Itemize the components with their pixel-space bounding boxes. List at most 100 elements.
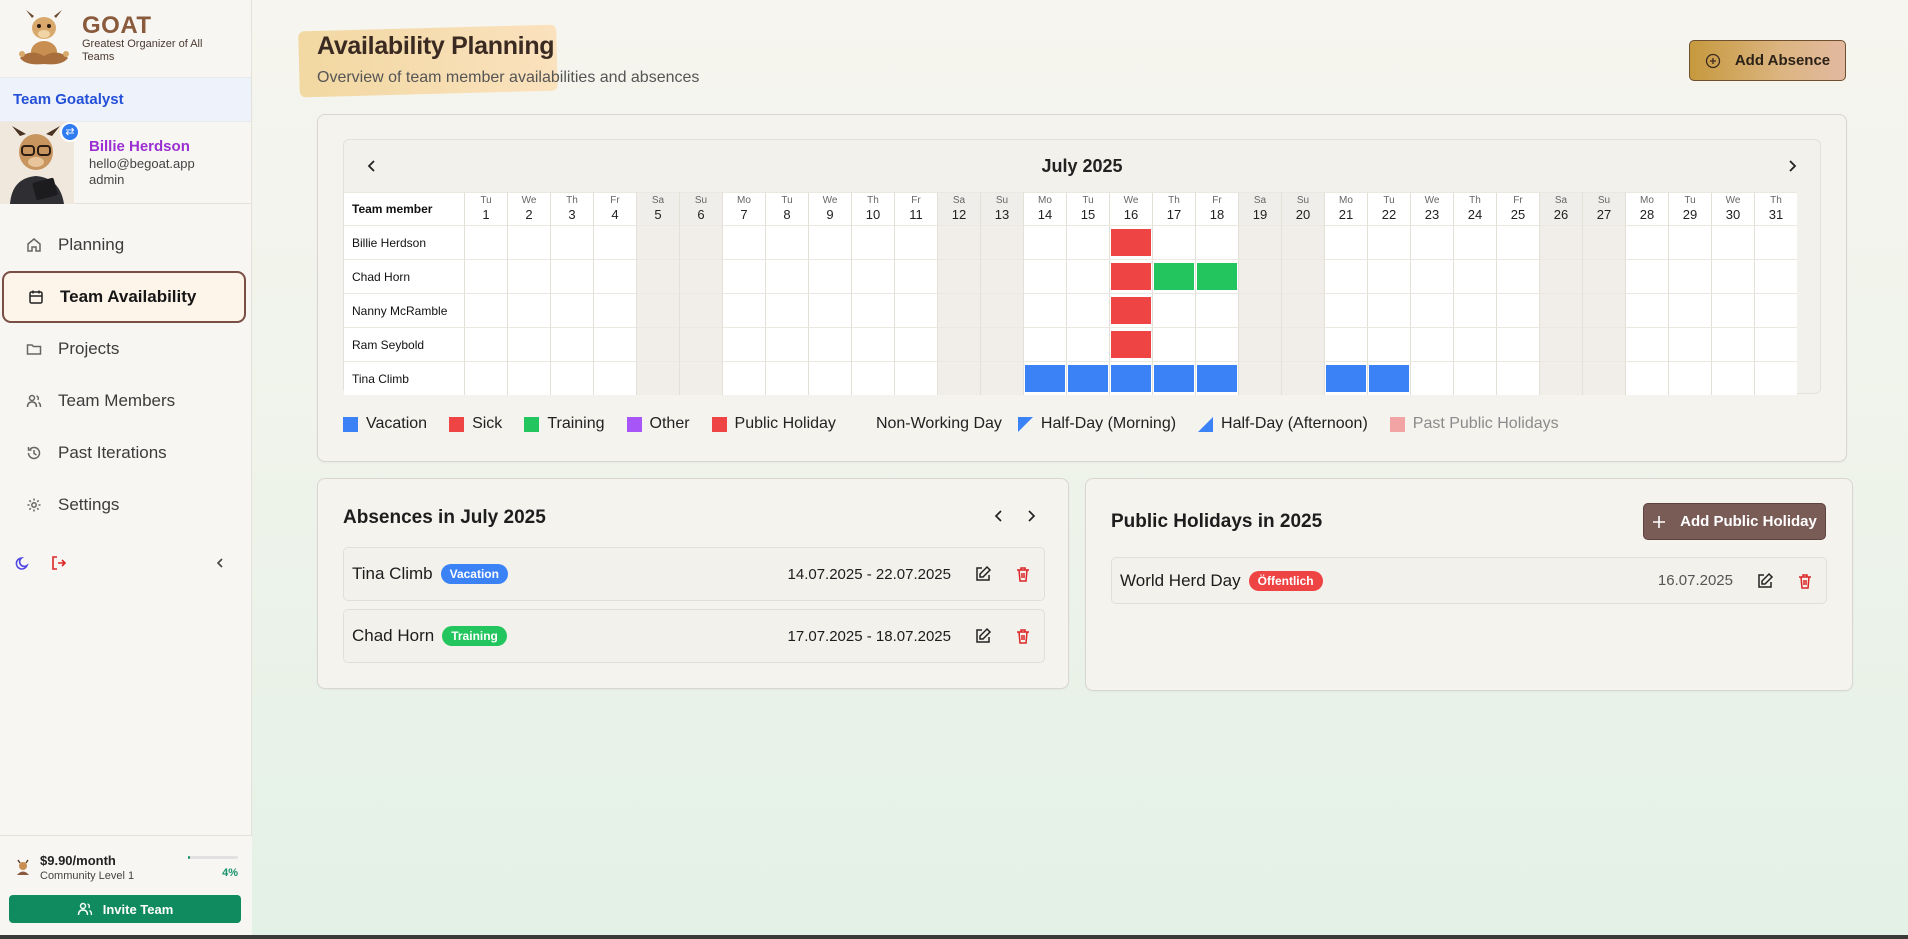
nav-item-past-iterations[interactable]: Past Iterations xyxy=(2,427,246,479)
day-cell[interactable] xyxy=(550,361,593,395)
day-cell[interactable] xyxy=(1453,293,1496,327)
absence-mark-training[interactable] xyxy=(1154,263,1194,290)
day-cell[interactable] xyxy=(1754,293,1797,327)
absence-mark-vacation[interactable] xyxy=(1111,365,1151,392)
day-cell[interactable] xyxy=(1367,225,1410,259)
moon-icon[interactable] xyxy=(14,554,32,572)
day-cell[interactable] xyxy=(722,225,765,259)
day-cell[interactable] xyxy=(808,327,851,361)
day-cell[interactable] xyxy=(1152,225,1195,259)
day-cell[interactable] xyxy=(1066,293,1109,327)
day-cell[interactable] xyxy=(1109,327,1152,361)
day-cell[interactable] xyxy=(1066,361,1109,395)
day-cell[interactable] xyxy=(1410,361,1453,395)
day-cell[interactable] xyxy=(1152,361,1195,395)
day-cell[interactable] xyxy=(851,361,894,395)
absence-mark-training[interactable] xyxy=(1197,263,1237,290)
avatar[interactable]: ⇄ xyxy=(0,121,80,204)
day-cell[interactable] xyxy=(464,225,507,259)
day-cell[interactable] xyxy=(1066,327,1109,361)
day-cell[interactable] xyxy=(550,327,593,361)
day-cell[interactable] xyxy=(1625,293,1668,327)
day-cell[interactable] xyxy=(1109,293,1152,327)
day-cell[interactable] xyxy=(593,293,636,327)
day-cell[interactable] xyxy=(722,327,765,361)
day-cell[interactable] xyxy=(679,361,722,395)
day-cell[interactable] xyxy=(1195,225,1238,259)
day-cell[interactable] xyxy=(1539,293,1582,327)
day-cell[interactable] xyxy=(1410,293,1453,327)
holiday-row[interactable]: World Herd Day Öffentlich 16.07.2025 xyxy=(1111,557,1827,604)
user-card[interactable]: ⇄ Billie Herdson hello@begoat.app admin xyxy=(0,121,251,204)
day-cell[interactable] xyxy=(1238,259,1281,293)
day-cell[interactable] xyxy=(1453,327,1496,361)
day-cell[interactable] xyxy=(1281,225,1324,259)
day-cell[interactable] xyxy=(507,225,550,259)
day-cell[interactable] xyxy=(765,293,808,327)
day-cell[interactable] xyxy=(679,327,722,361)
day-cell[interactable] xyxy=(1367,293,1410,327)
day-cell[interactable] xyxy=(464,361,507,395)
absence-mark-vacation[interactable] xyxy=(1326,365,1366,392)
absence-mark-vacation[interactable] xyxy=(1068,365,1108,392)
day-cell[interactable] xyxy=(808,225,851,259)
day-cell[interactable] xyxy=(851,293,894,327)
day-cell[interactable] xyxy=(1195,293,1238,327)
day-cell[interactable] xyxy=(1023,361,1066,395)
day-cell[interactable] xyxy=(980,293,1023,327)
day-cell[interactable] xyxy=(894,327,937,361)
day-cell[interactable] xyxy=(1152,293,1195,327)
nav-item-planning[interactable]: Planning xyxy=(2,219,246,271)
day-cell[interactable] xyxy=(1539,327,1582,361)
day-cell[interactable] xyxy=(1625,361,1668,395)
day-cell[interactable] xyxy=(1281,327,1324,361)
day-cell[interactable] xyxy=(1023,225,1066,259)
day-cell[interactable] xyxy=(1754,225,1797,259)
day-cell[interactable] xyxy=(1625,225,1668,259)
absence-row[interactable]: Chad Horn Training 17.07.2025 - 18.07.20… xyxy=(343,609,1045,663)
day-cell[interactable] xyxy=(1410,259,1453,293)
day-cell[interactable] xyxy=(1711,293,1754,327)
day-cell[interactable] xyxy=(1367,327,1410,361)
absence-mark-holiday[interactable] xyxy=(1111,229,1151,256)
day-cell[interactable] xyxy=(1324,259,1367,293)
day-cell[interactable] xyxy=(1238,327,1281,361)
day-cell[interactable] xyxy=(1152,259,1195,293)
day-cell[interactable] xyxy=(636,225,679,259)
day-cell[interactable] xyxy=(1066,259,1109,293)
day-cell[interactable] xyxy=(1668,361,1711,395)
day-cell[interactable] xyxy=(679,293,722,327)
day-cell[interactable] xyxy=(507,327,550,361)
trash-icon[interactable] xyxy=(1796,572,1814,590)
day-cell[interactable] xyxy=(1625,327,1668,361)
team-name[interactable]: Team Goatalyst xyxy=(0,77,251,122)
day-cell[interactable] xyxy=(679,259,722,293)
day-cell[interactable] xyxy=(1023,327,1066,361)
day-cell[interactable] xyxy=(1367,361,1410,395)
day-cell[interactable] xyxy=(1238,361,1281,395)
day-cell[interactable] xyxy=(550,225,593,259)
day-cell[interactable] xyxy=(1109,225,1152,259)
day-cell[interactable] xyxy=(1496,293,1539,327)
day-cell[interactable] xyxy=(937,327,980,361)
trash-icon[interactable] xyxy=(1014,565,1032,583)
day-cell[interactable] xyxy=(1410,225,1453,259)
day-cell[interactable] xyxy=(636,327,679,361)
day-cell[interactable] xyxy=(1281,361,1324,395)
day-cell[interactable] xyxy=(636,361,679,395)
invite-team-button[interactable]: Invite Team xyxy=(9,895,241,923)
absence-mark-vacation[interactable] xyxy=(1369,365,1409,392)
day-cell[interactable] xyxy=(550,259,593,293)
day-cell[interactable] xyxy=(1410,327,1453,361)
day-cell[interactable] xyxy=(507,259,550,293)
day-cell[interactable] xyxy=(765,361,808,395)
logout-icon[interactable] xyxy=(50,554,68,572)
day-cell[interactable] xyxy=(1324,293,1367,327)
prev-month-button[interactable] xyxy=(362,156,382,176)
add-absence-button[interactable]: Add Absence xyxy=(1689,40,1846,81)
day-cell[interactable] xyxy=(765,225,808,259)
chevron-left-icon[interactable] xyxy=(990,507,1008,525)
day-cell[interactable] xyxy=(765,327,808,361)
day-cell[interactable] xyxy=(636,293,679,327)
day-cell[interactable] xyxy=(1539,225,1582,259)
